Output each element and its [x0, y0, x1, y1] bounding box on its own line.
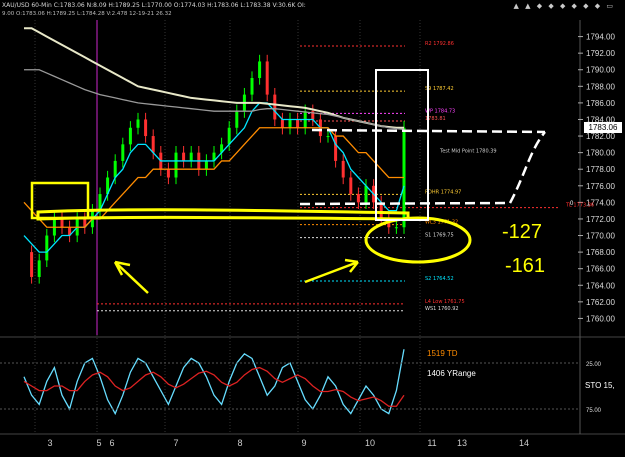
- y-tick-label: 1760.00: [586, 314, 615, 323]
- level-label: WS1 1760.92: [425, 306, 459, 312]
- candle-body: [182, 152, 186, 161]
- level-label: L4 Low 1761.75: [425, 299, 465, 305]
- current-price-badge: 1783.06: [584, 122, 622, 133]
- y-tick-label: 1780.00: [586, 149, 615, 158]
- candle-body: [265, 61, 269, 95]
- candle-body: [235, 111, 239, 128]
- candle-body: [204, 160, 208, 170]
- sto-tick-label: 25.00: [586, 362, 602, 368]
- y-tick-label: 1766.00: [586, 265, 615, 274]
- candle-body: [60, 218, 64, 228]
- level-label: S2 1764.52: [425, 276, 454, 282]
- level-label: S1 1769.75: [425, 233, 454, 239]
- candle-body: [136, 119, 140, 128]
- y-tick-label: 1764.00: [586, 281, 615, 290]
- candle-body: [227, 127, 231, 145]
- candle-body: [113, 160, 117, 178]
- chart-stage: XAU/USD 60-Min C:1783.06 N:8.09 H:1789.2…: [0, 0, 625, 457]
- y-tick-label: 1776.00: [586, 182, 615, 191]
- level-label: PDHR 1774.97: [425, 189, 461, 195]
- y-tick-label: 1762.00: [586, 298, 615, 307]
- x-tick-label: 3: [47, 438, 52, 448]
- candle-body: [341, 160, 345, 178]
- sto-td-label: 1519 TD: [427, 349, 458, 358]
- candle-body: [166, 169, 170, 178]
- candle-body: [273, 94, 277, 120]
- candle-body: [30, 252, 34, 277]
- y-tick-label: 1772.00: [586, 215, 615, 224]
- x-tick-label: 8: [237, 438, 242, 448]
- candle-body: [280, 119, 284, 128]
- y-tick-label: 1770.00: [586, 232, 615, 241]
- level-label: S9 1787.42: [425, 86, 454, 92]
- candle-body: [37, 260, 41, 277]
- annotation-text-161: -161: [505, 255, 545, 277]
- candle-body: [258, 61, 262, 79]
- y-tick-label: 1786.00: [586, 99, 615, 108]
- price-chart: 1794.001792.001790.001788.001786.001784.…: [0, 20, 625, 448]
- candle-body: [349, 177, 353, 195]
- ma-line: [23, 102, 405, 253]
- annotation-arrow-right: [304, 258, 359, 284]
- x-tick-label: 11: [427, 438, 436, 448]
- stochastic-line: [23, 349, 405, 416]
- x-tick-label: 13: [457, 438, 467, 448]
- x-tick-label: 7: [173, 438, 178, 448]
- y-tick-label: 1782.00: [586, 132, 615, 141]
- candle-body: [326, 136, 330, 138]
- y-tick-label: 1788.00: [586, 82, 615, 91]
- level-label: WP 1784.73: [425, 108, 455, 114]
- candle-body: [128, 127, 132, 145]
- candle-body: [45, 235, 49, 261]
- y-tick-label: 1792.00: [586, 49, 615, 58]
- candle-body: [174, 152, 178, 178]
- annotation-circle: [364, 216, 472, 264]
- candle-body: [144, 119, 148, 137]
- candle-body: [296, 119, 300, 128]
- ma-line: [24, 27, 404, 129]
- y-tick-label: 1790.00: [586, 66, 615, 75]
- sto-name-label: STO 15,: [585, 381, 615, 390]
- sto-yrange-label: 1406 YRange: [427, 369, 476, 378]
- candle-body: [288, 119, 292, 128]
- candle-body: [121, 144, 125, 161]
- y-tick-label: 1794.00: [586, 33, 615, 42]
- candle-body: [356, 194, 360, 203]
- annotation-text-127: -127: [502, 221, 542, 243]
- candle-body: [334, 136, 338, 161]
- candle-body: [151, 136, 155, 153]
- x-tick-label: 9: [301, 438, 306, 448]
- sto-tick-label: 75.00: [586, 408, 602, 414]
- y-tick-label: 1778.00: [586, 165, 615, 174]
- candle-body: [364, 185, 368, 203]
- level-label: Test Mid Point 1780.39: [439, 148, 497, 154]
- candle-body: [250, 78, 254, 95]
- candle-body: [394, 227, 398, 229]
- level-label: R2 1792.86: [425, 41, 454, 47]
- x-tick-label: 10: [365, 438, 375, 448]
- y-tick-label: 1768.00: [586, 248, 615, 257]
- candle-body: [189, 152, 193, 161]
- annotation-arrow-left: [113, 260, 149, 294]
- x-tick-label: 14: [519, 438, 529, 448]
- x-tick-label: 5: [96, 438, 101, 448]
- x-tick-label: 6: [109, 438, 114, 448]
